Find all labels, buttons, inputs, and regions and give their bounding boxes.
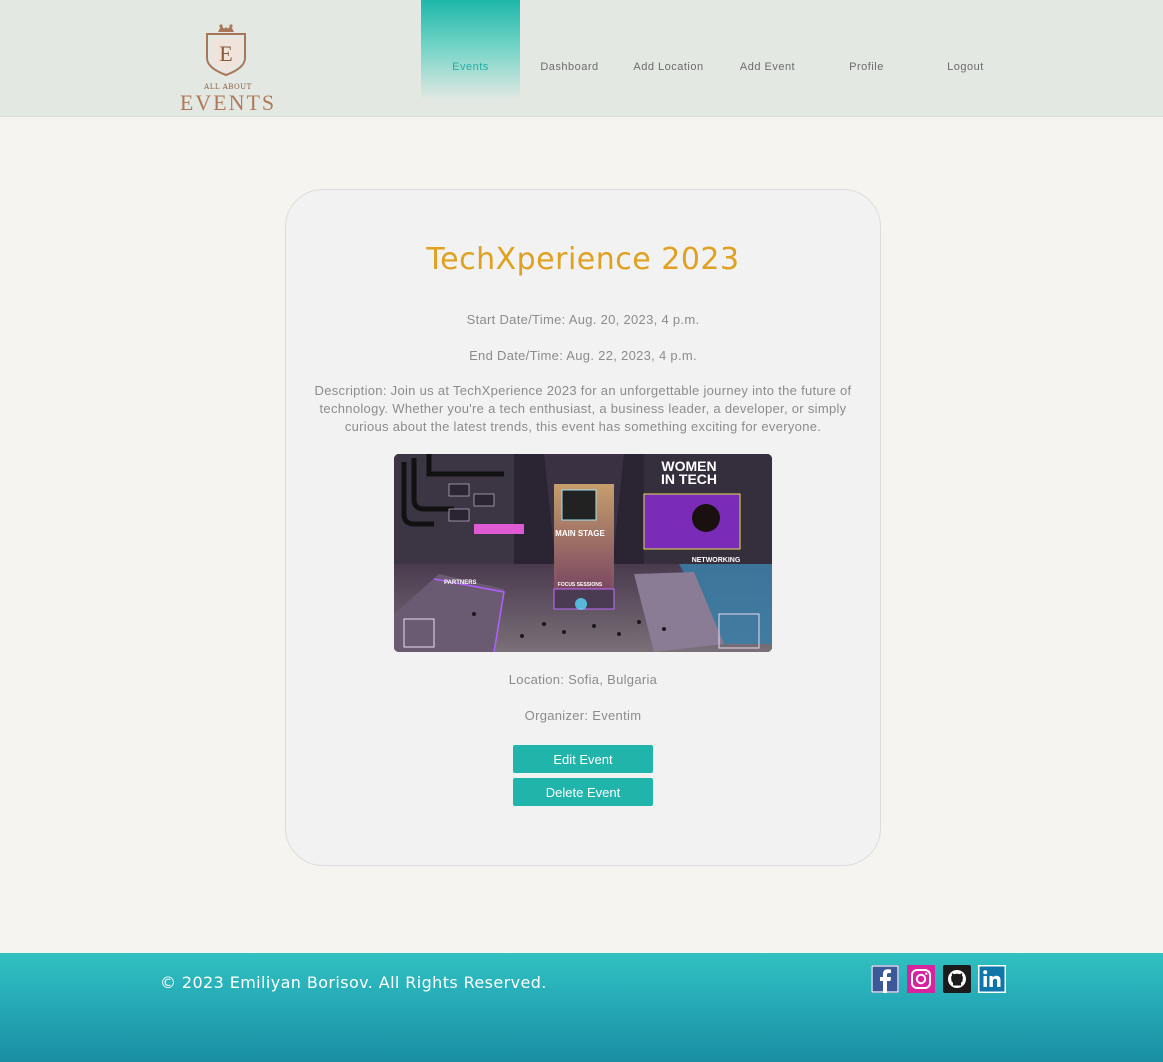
- event-description: Description: Join us at TechXperience 20…: [314, 383, 852, 434]
- event-detail-card: TechXperience 2023 Start Date/Time: Aug.…: [285, 189, 881, 866]
- logo-wordmark: EVENTS: [179, 90, 277, 115]
- github-icon[interactable]: [943, 965, 971, 993]
- nav-item-add-location[interactable]: Add Location: [619, 0, 718, 100]
- event-start-datetime: Start Date/Time: Aug. 20, 2023, 4 p.m.: [466, 312, 700, 327]
- linkedin-icon[interactable]: [978, 965, 1006, 993]
- facebook-icon[interactable]: [871, 965, 899, 993]
- image-sign-focus-sessions: FOCUS SESSIONS: [558, 582, 603, 588]
- instagram-icon[interactable]: [907, 965, 935, 993]
- image-sign-partners: PARTNERS: [444, 580, 477, 586]
- nav-item-events[interactable]: Events: [421, 0, 520, 100]
- logo-letter: E: [219, 41, 232, 66]
- crest-icon: E: [204, 24, 248, 77]
- event-image: MAIN STAGE PARTNERS WOMEN IN TECH NETWOR…: [394, 454, 772, 652]
- site-logo[interactable]: E ALL ABOUT EVENTS: [176, 24, 280, 115]
- nav-item-logout[interactable]: Logout: [916, 0, 1015, 100]
- copyright-text: © 2023 Emiliyan Borisov. All Rights Rese…: [160, 973, 547, 992]
- edit-event-button[interactable]: Edit Event: [513, 745, 653, 773]
- site-header: E ALL ABOUT EVENTS Events Dashboard Add …: [0, 0, 1163, 117]
- event-location: Location: Sofia, Bulgaria: [508, 672, 658, 687]
- event-organizer: Organizer: Eventim: [524, 708, 642, 723]
- event-title: TechXperience 2023: [426, 242, 740, 277]
- nav-item-add-event[interactable]: Add Event: [718, 0, 817, 100]
- image-sign-networking: NETWORKING: [692, 557, 741, 564]
- nav-item-profile[interactable]: Profile: [817, 0, 916, 100]
- event-end-datetime: End Date/Time: Aug. 22, 2023, 4 p.m.: [469, 348, 697, 363]
- nav-item-dashboard[interactable]: Dashboard: [520, 0, 619, 100]
- image-sign-main-stage: MAIN STAGE: [555, 529, 605, 538]
- site-footer: © 2023 Emiliyan Borisov. All Rights Rese…: [0, 953, 1163, 1062]
- delete-event-button[interactable]: Delete Event: [513, 778, 653, 806]
- image-sign-in-tech: IN TECH: [661, 471, 717, 487]
